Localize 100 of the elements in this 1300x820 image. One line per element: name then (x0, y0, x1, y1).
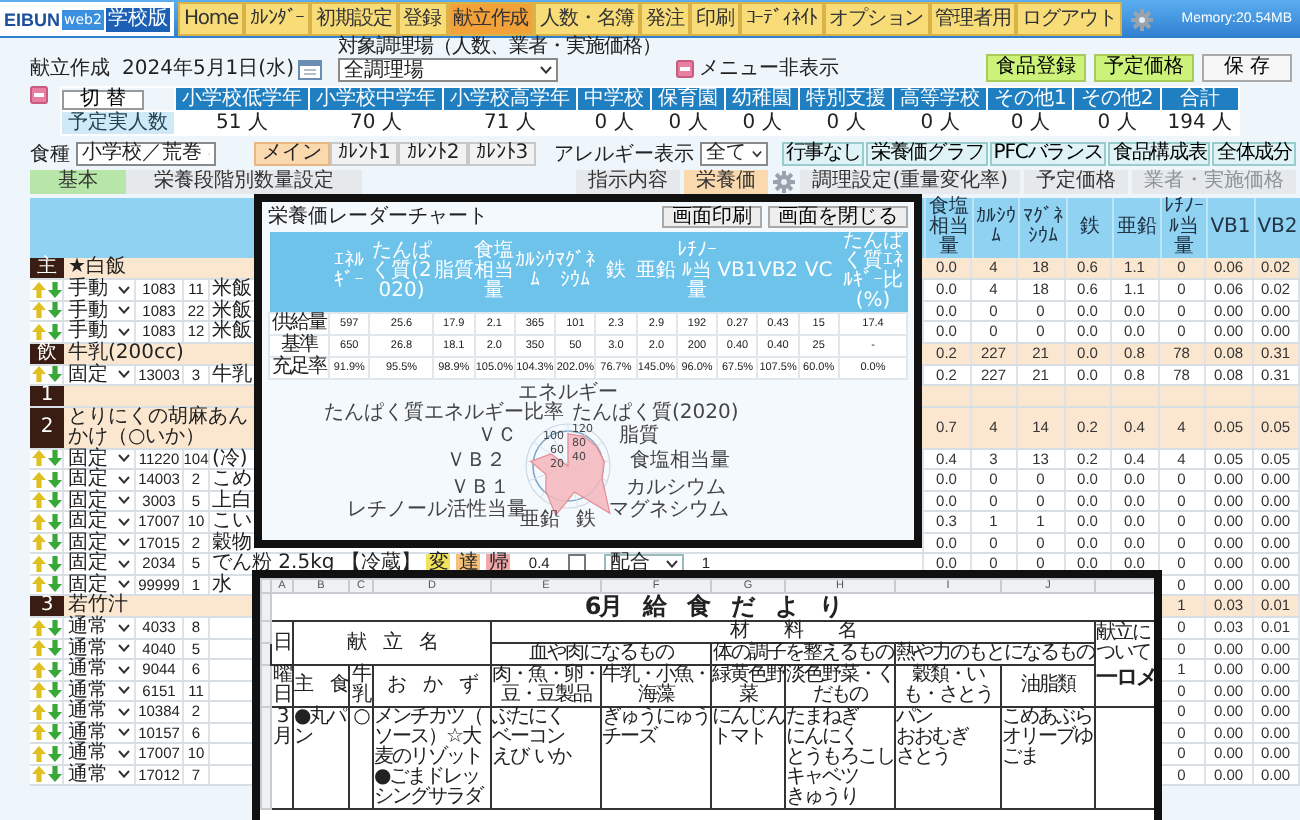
mode-dropdown[interactable]: 通常 (66, 765, 132, 784)
food-name: こめ (212, 470, 252, 489)
nav-menu-item[interactable]: 管理者用 (929, 2, 1017, 36)
toolbar-button[interactable]: 行事なし (781, 141, 865, 165)
mode-dropdown[interactable]: 手動 (66, 301, 132, 320)
column-header: 亜鉛 (636, 232, 677, 313)
popup-button[interactable]: 画面印刷 (662, 206, 762, 228)
mode-dropdown[interactable]: 通常 (66, 660, 132, 679)
popup-button[interactable]: 画面を閉じる (768, 206, 908, 228)
column-header: VB2 (1253, 198, 1300, 258)
mode-dropdown[interactable]: 固定 (66, 365, 132, 384)
view-tab[interactable]: 調理設定(重量変化率) (800, 170, 1020, 194)
mode-dropdown[interactable]: 固定 (66, 554, 132, 573)
kitchen-dropdown[interactable]: 全調理場 (337, 58, 558, 82)
ingredient-text: ぶたにく (492, 708, 564, 728)
column-header: たんぱく質(2020) (369, 232, 434, 313)
save-button[interactable]: 保 存 (1201, 54, 1292, 82)
toolbar-button[interactable]: 栄養価グラフ (866, 141, 988, 165)
mode-dropdown[interactable]: 固定 (66, 512, 132, 531)
action-button[interactable]: 予定価格 (1093, 54, 1194, 82)
mode-dropdown[interactable]: 固定 (66, 491, 132, 510)
nav-menu-item[interactable]: ｺｰﾃﾞｨﾈｲﾄ (739, 2, 824, 36)
memo-title: 一ロメ (1096, 664, 1154, 690)
mode-dropdown[interactable]: 固定 (66, 575, 132, 594)
column-header: ﾚﾁﾉｰﾙ当量 (1159, 198, 1206, 258)
nav-menu-item[interactable]: 人数・名簿 (534, 2, 641, 36)
meal-type-dropdown[interactable]: 小学校／荒巻 (76, 141, 216, 165)
field-label: 食種 (30, 141, 70, 167)
mode-dropdown[interactable]: 通常 (66, 744, 132, 763)
table-cell: 70 人 (309, 111, 443, 135)
column-header: 食塩相当量 (924, 198, 971, 258)
nav-menu-item[interactable]: 発注 (640, 2, 690, 36)
mode-dropdown[interactable]: 手動 (66, 280, 132, 299)
nav-menu-item[interactable]: 初期設定 (310, 2, 398, 36)
toolbar-button[interactable]: 全体成分 (1212, 141, 1296, 165)
table-cell: 0 人 (987, 111, 1074, 135)
ingredient-text: チーズ (602, 728, 656, 748)
nav-menu-item[interactable]: 登録 (397, 2, 448, 36)
view-tab[interactable]: 予定価格 (1024, 170, 1128, 194)
field-label: アレルギー表示 (553, 141, 694, 167)
menu-tab[interactable]: ｶﾚﾝﾄ3 (467, 141, 537, 165)
mode-dropdown[interactable]: 通常 (66, 723, 132, 742)
notes-label: 献立について (1096, 624, 1152, 664)
up-arrow-icon[interactable] (31, 366, 45, 383)
calendar-icon[interactable] (297, 58, 322, 80)
mode-dropdown[interactable]: 固定 (66, 470, 132, 489)
axis-label: ＶＢ２ (446, 450, 507, 473)
view-tab[interactable]: 栄養価 (684, 170, 769, 194)
nav-menu-item[interactable]: ｶﾚﾝﾀﾞｰ (244, 2, 311, 36)
ingredient-text: オリーブゆ (1002, 728, 1092, 748)
menu-tab[interactable]: メイン (254, 141, 330, 165)
section-number: 2 (30, 407, 64, 447)
column-header: たんぱく質ｴﾈﾙｷﾞｰ比(%) (839, 232, 907, 313)
menu-tab[interactable]: ｶﾚﾝﾄ2 (398, 141, 468, 165)
mode-dropdown[interactable]: 通常 (66, 618, 132, 637)
settings-icon[interactable] (772, 170, 797, 194)
nav-menu-item[interactable]: ログアウト (1016, 2, 1123, 36)
food-name: 上白 (212, 491, 252, 510)
switch-button[interactable]: 切 替 (62, 89, 145, 109)
table-cell: ●丸パン (293, 707, 349, 809)
toggle-icon[interactable] (676, 60, 695, 78)
toolbar-button[interactable]: PFCバランス (989, 141, 1107, 165)
column-header: 中学校 (577, 87, 651, 111)
ingredient-text: トマト (712, 728, 766, 748)
nav-menu-item[interactable]: オプション (823, 2, 930, 36)
food-name: 米飯 (212, 322, 252, 341)
settings-icon[interactable] (1130, 7, 1155, 31)
table-cell: 51 人 (175, 111, 309, 135)
column-header: ｶﾙｼｳﾑ (514, 232, 556, 313)
down-arrow-icon[interactable] (47, 366, 61, 383)
ingredient-text: ぎゅうにゅう (602, 708, 710, 728)
action-button[interactable]: 食品登録 (985, 54, 1086, 82)
column-header: ｶﾙｼｳﾑ (971, 198, 1018, 258)
mode-dropdown[interactable]: 通常 (66, 702, 132, 721)
view-tab[interactable]: 基本 (30, 170, 126, 194)
column-header: 緑黄色野菜 (711, 665, 785, 707)
column-header: 小学校低学年 (175, 87, 309, 111)
mode-dropdown[interactable]: 手動 (66, 322, 132, 341)
mode-dropdown[interactable]: 通常 (66, 639, 132, 658)
column-header: VC (798, 232, 839, 313)
nav-menu-item[interactable]: 献立作成 (447, 2, 535, 36)
mode-dropdown[interactable]: 固定 (66, 449, 132, 468)
mode-dropdown[interactable]: 固定 (66, 533, 132, 552)
ingredient-text: おおむぎ (896, 728, 968, 748)
ingredient-text: ごま (1002, 748, 1038, 768)
column-header: ﾚﾁﾉｰﾙ当量 (676, 232, 718, 313)
axis-label: たんぱく質(2020) (572, 402, 739, 424)
view-tab[interactable]: 栄養段階別数量設定 (126, 170, 362, 194)
view-tab[interactable]: 指示内容 (576, 170, 681, 194)
toggle-icon[interactable] (30, 86, 48, 104)
nav-menu-item[interactable]: 印刷 (689, 2, 740, 36)
ingredient-text: いか (534, 748, 570, 768)
nav-menu-item[interactable]: Home (177, 2, 245, 36)
mode-dropdown[interactable]: 通常 (66, 681, 132, 700)
menu-tab[interactable]: ｶﾚﾝﾄ1 (330, 141, 399, 165)
column-header: 小学校高学年 (443, 87, 577, 111)
allergy-dropdown[interactable]: 全て (699, 141, 768, 165)
column-header: 特別支援 (799, 87, 893, 111)
axis-label: 脂質 (619, 425, 659, 448)
toolbar-button[interactable]: 食品構成表 (1108, 141, 1211, 165)
